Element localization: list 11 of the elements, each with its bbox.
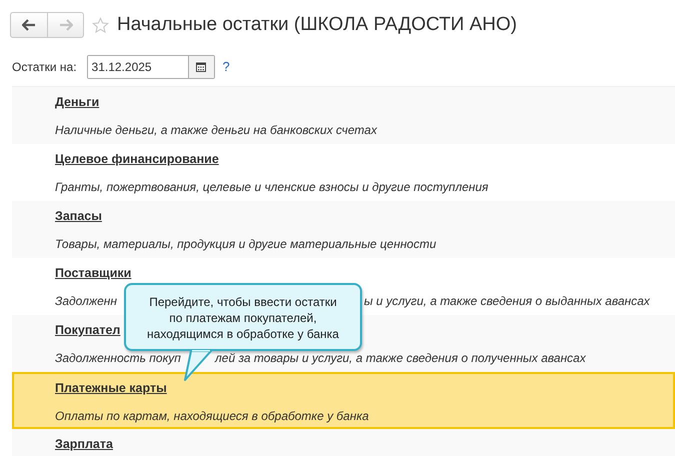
section-description: Задолженн <box>55 293 117 309</box>
section-description: Наличные деньги, а также деньги на банковских счетах <box>55 122 377 138</box>
section-description: Оплаты по картам, находящиеся в обработке у банка <box>55 408 369 424</box>
section-description: ы и услуги, а также сведения о выданных авансах <box>364 293 650 309</box>
section-description: Товары, материалы, продукция и другие материальные ценности <box>55 236 436 252</box>
section-description: Гранты, пожертвования, целевые и членские взносы и другие поступления <box>55 179 488 195</box>
tooltip: Перейдите, чтобы ввести остатки по платежам покупателей, находящимся в обработке у банка <box>124 283 362 351</box>
date-label: Остатки на: <box>12 59 77 76</box>
page-title: Начальные остатки (ШКОЛА РАДОСТИ АНО) <box>117 13 517 37</box>
section-description: Задолженность покуп <box>55 350 181 366</box>
section-description: лей за товары и услуги, а также сведения о полученных авансах <box>215 350 586 366</box>
